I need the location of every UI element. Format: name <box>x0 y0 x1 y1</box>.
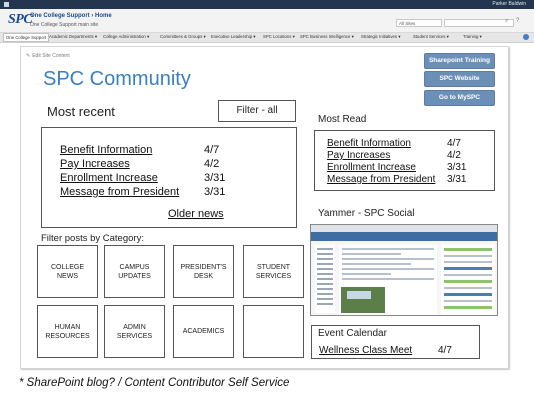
list-item[interactable]: Enrollment Increase <box>60 172 158 184</box>
post-date: 4/2 <box>447 150 461 161</box>
nav-item-executive-leadership[interactable]: Executive Leadership ▾ <box>211 34 255 40</box>
category-academics[interactable]: ACADEMICS <box>173 305 234 358</box>
list-item[interactable]: Message from President <box>327 174 435 185</box>
category-college-news[interactable]: COLLEGE NEWS <box>37 245 98 298</box>
spc-logo[interactable]: SPC <box>8 12 33 28</box>
event-calendar-heading: Event Calendar <box>318 328 387 339</box>
nav-item-training[interactable]: Training ▾ <box>463 34 482 40</box>
post-title[interactable]: Message from President <box>327 174 435 185</box>
post-date: 3/31 <box>447 174 467 185</box>
yammer-heading: Yammer - SPC Social <box>318 208 415 219</box>
category-human-resources[interactable]: HUMAN RESOURCES <box>37 305 98 358</box>
help-icon[interactable]: ? <box>516 18 519 24</box>
post-title[interactable]: Benefit Information <box>60 144 152 156</box>
spc-website-button[interactable]: SPC Website <box>424 71 495 87</box>
edit-site-content-link[interactable]: ✎ Edit Site Content <box>26 53 72 59</box>
pencil-icon: ✎ <box>26 53 31 59</box>
list-item[interactable]: Enrollment Increase <box>327 162 416 173</box>
nav-item-spc-locations[interactable]: SPC Locations ▾ <box>263 34 295 40</box>
sharepoint-training-button[interactable]: Sharepoint Training <box>424 53 495 69</box>
category-student-services[interactable]: STUDENT SERVICES <box>243 245 304 298</box>
post-title[interactable]: Enrollment Increase <box>60 172 158 184</box>
category-filter-heading: Filter posts by Category: <box>41 233 144 244</box>
event-item[interactable]: Wellness Class Meet <box>319 345 412 356</box>
search-icon[interactable]: ⌕ <box>505 18 508 25</box>
event-date: 4/7 <box>438 345 452 356</box>
list-item[interactable]: Pay Increases <box>60 158 130 170</box>
help-circle-icon[interactable] <box>523 34 529 40</box>
search-input[interactable] <box>444 19 514 27</box>
nav-item-spc-business-intelligence[interactable]: SPC Business Intelligence ▾ <box>300 34 354 40</box>
older-news-link[interactable]: Older news <box>168 208 224 220</box>
nav-item-committees-groups[interactable]: Committees & Groups ▾ <box>160 34 206 40</box>
post-title[interactable]: Message from President <box>60 186 179 198</box>
sharepoint-icon[interactable] <box>4 2 9 7</box>
edit-link-label: Edit Site Content <box>32 53 70 59</box>
event-title[interactable]: Wellness Class Meet <box>319 345 412 356</box>
yammer-photo-sky <box>347 291 371 299</box>
search-scope-select[interactable]: All Sites <box>396 19 442 27</box>
yammer-right-panel <box>441 245 495 315</box>
go-to-myspc-button[interactable]: Go to MySPC <box>424 90 495 106</box>
post-date: 4/2 <box>204 158 220 170</box>
post-date: 3/31 <box>447 162 467 173</box>
suite-bar: Parker Baldwin <box>0 0 534 9</box>
nav-item-college-administration[interactable]: College Administration ▾ <box>103 34 149 40</box>
filter-all-button[interactable]: Filter - all <box>218 100 296 122</box>
post-title[interactable]: Pay Increases <box>327 150 390 161</box>
site-subtitle: One College Support main site <box>30 22 99 28</box>
nav-item-academic-departments[interactable]: Academic Departments ▾ <box>49 34 97 40</box>
post-date: 3/31 <box>204 172 226 184</box>
yammer-browser-bar <box>311 225 497 232</box>
category-presidents-desk[interactable]: PRESIDENT'S DESK <box>173 245 234 298</box>
nav-item-one-college-support[interactable]: One College Support <box>3 33 50 42</box>
category-campus-updates[interactable]: CAMPUS UPDATES <box>104 245 165 298</box>
post-title[interactable]: Enrollment Increase <box>327 162 416 173</box>
nav-item-student-services[interactable]: Student Services ▾ <box>413 34 449 40</box>
top-navigation: One College Support Academic Departments… <box>0 33 534 43</box>
yammer-feed-screenshot[interactable] <box>310 224 498 316</box>
most-read-heading: Most Read <box>318 114 367 125</box>
post-title[interactable]: Benefit Information <box>327 138 411 149</box>
most-recent-heading: Most recent <box>47 104 115 119</box>
footnote: * SharePoint blog? / Content Contributor… <box>19 377 290 389</box>
post-date: 4/7 <box>447 138 461 149</box>
category-empty[interactable] <box>243 305 304 358</box>
post-title[interactable]: Pay Increases <box>60 158 130 170</box>
list-item[interactable]: Benefit Information <box>327 138 411 149</box>
post-date: 4/7 <box>204 144 220 156</box>
yammer-sidebar <box>315 245 335 313</box>
site-title[interactable]: One College Support › Home <box>30 13 112 19</box>
page-title: SPC Community <box>43 68 191 90</box>
category-admin-services[interactable]: ADMIN SERVICES <box>104 305 165 358</box>
yammer-header-bar <box>311 232 497 241</box>
list-item[interactable]: Message from President <box>60 186 179 198</box>
nav-item-strategic-initiatives[interactable]: Strategic Initiatives ▾ <box>361 34 400 40</box>
site-header: SPC One College Support › Home One Colle… <box>0 9 534 33</box>
user-name[interactable]: Parker Baldwin <box>492 1 526 7</box>
list-item[interactable]: Pay Increases <box>327 150 390 161</box>
list-item[interactable]: Benefit Information <box>60 144 152 156</box>
post-date: 3/31 <box>204 186 226 198</box>
